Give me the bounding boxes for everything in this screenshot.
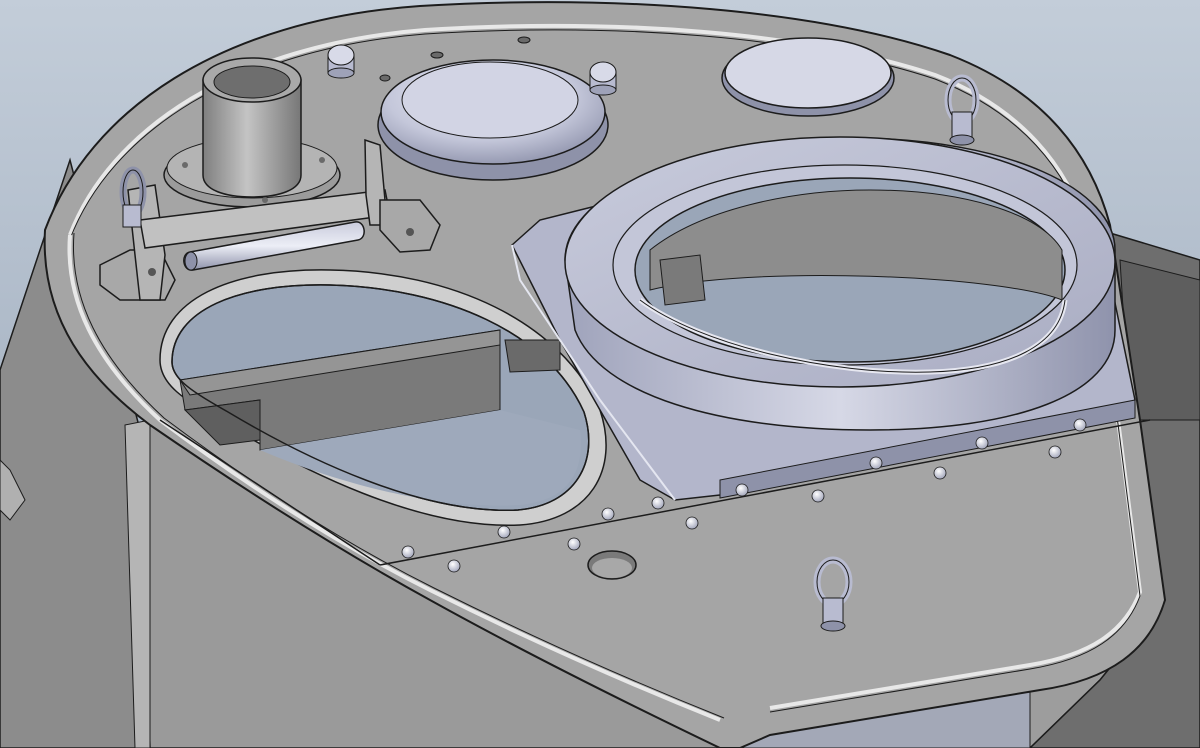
hinge-hole-left <box>148 268 156 276</box>
flange-bolt-2 <box>319 157 325 163</box>
rivet <box>811 489 825 503</box>
flange-bolt-3 <box>262 197 268 203</box>
small-hole-2 <box>517 36 531 44</box>
rivet <box>447 559 461 573</box>
rivet <box>933 466 947 480</box>
rivet <box>601 507 615 521</box>
nut-right <box>589 61 617 96</box>
roof-hole[interactable] <box>587 550 637 580</box>
small-hole-1 <box>430 51 444 59</box>
rivet <box>1048 445 1062 459</box>
commander-cupola-ring[interactable] <box>564 136 1116 431</box>
round-cover[interactable] <box>721 37 895 117</box>
small-hole-3 <box>379 74 391 82</box>
rivet <box>497 525 511 539</box>
rivet <box>685 516 699 530</box>
rivet <box>1073 418 1087 432</box>
turret-model[interactable] <box>0 0 1200 748</box>
interior-right-block <box>504 339 561 373</box>
flange-bolt-1 <box>182 162 188 168</box>
dome-top <box>401 61 579 139</box>
rivet <box>869 456 883 470</box>
rivet <box>567 537 581 551</box>
hinge-hole-right <box>406 228 414 236</box>
rivet <box>651 496 665 510</box>
cupola-interior-part <box>659 254 706 306</box>
nut-left <box>327 44 355 79</box>
hinge-pin-end <box>184 251 198 271</box>
ventilator-dome[interactable] <box>377 59 609 181</box>
rivet <box>401 545 415 559</box>
rivet <box>735 483 749 497</box>
rivet <box>975 436 989 450</box>
periscope-tube-bore <box>213 65 291 99</box>
cad-viewport[interactable] <box>0 0 1200 748</box>
round-cover-top <box>724 37 892 109</box>
